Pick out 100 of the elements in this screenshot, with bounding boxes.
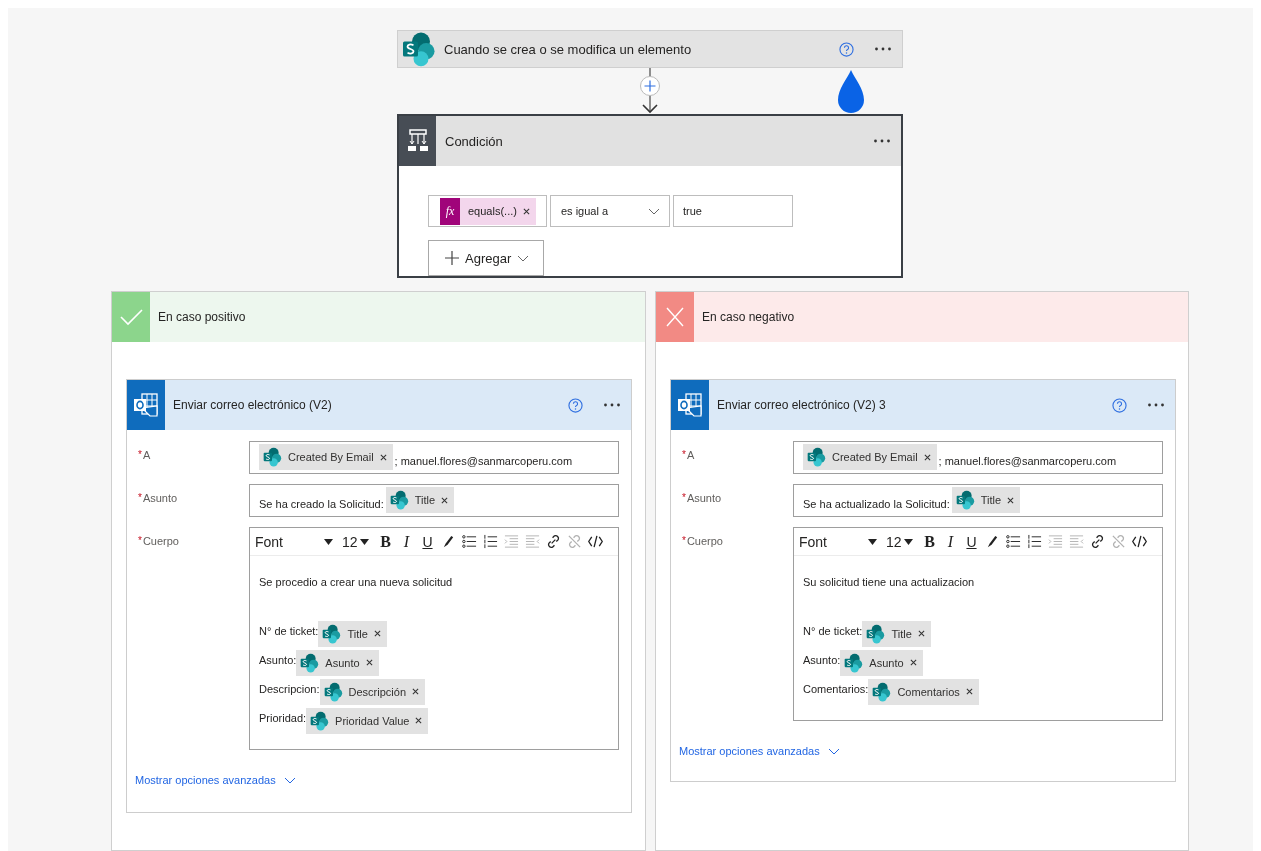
remove-icon[interactable] [522, 207, 530, 215]
sharepoint-icon [400, 31, 436, 67]
code-icon[interactable] [1132, 534, 1147, 549]
dropdown-value: es igual a [561, 205, 609, 217]
link-icon[interactable] [1090, 534, 1105, 549]
bullet-list-icon[interactable] [1006, 534, 1021, 549]
field-label: Cuerpo [142, 535, 179, 549]
branch-header[interactable]: En caso negativo [656, 292, 1188, 342]
trigger-card[interactable]: Cuando se crea o se modifica un elemento [397, 30, 903, 68]
sharepoint-icon [262, 446, 282, 468]
card-title: Enviar correo electrónico (V2) 3 [717, 398, 887, 412]
sharepoint-icon [321, 622, 342, 645]
field-text: Se ha actualizado la Solicitud: [803, 498, 950, 512]
remove-icon[interactable] [923, 453, 931, 461]
chevron-down-icon [283, 776, 296, 784]
rich-text-editor[interactable]: Font 12 B I U Se procedio a crear una nueva solicitud N° de ticket: Title Asunto: Asunto Descripcion: Descripción Prioridad: Prioridad Value [249, 527, 619, 750]
required-mark: * [682, 449, 686, 462]
dynamic-token[interactable]: Title [862, 620, 931, 647]
field-label: Asunto [142, 492, 178, 506]
required-mark: * [138, 535, 142, 548]
required-mark: * [682, 492, 686, 505]
pen-icon[interactable] [985, 534, 1000, 549]
dynamic-token[interactable]: Asunto [296, 649, 379, 676]
input-field[interactable]: Created By Email ; manuel.flores@sanmarcoperu.com [793, 441, 1163, 474]
required-mark: * [682, 535, 686, 548]
link-icon[interactable] [546, 534, 561, 549]
remove-icon[interactable] [379, 453, 387, 461]
rich-text-editor[interactable]: Font 12 B I U Su solicitud tiene una actualizacion N° de ticket: Title Asunto: Asunto Comentarios: Comentarios [793, 527, 1163, 721]
sharepoint-icon [871, 680, 892, 703]
operator-dropdown[interactable]: es igual a [550, 195, 670, 227]
dynamic-token[interactable]: Asunto [840, 649, 923, 676]
sharepoint-icon [865, 622, 886, 645]
more-icon[interactable] [603, 402, 621, 408]
card-header[interactable]: Enviar correo electrónico (V2) 3 [671, 380, 1175, 430]
expression-token[interactable]: fx equals(...) [440, 197, 536, 225]
remove-icon[interactable] [441, 496, 449, 504]
numbered-list-icon[interactable] [483, 534, 498, 549]
remove-icon[interactable] [415, 717, 423, 724]
sharepoint-icon [388, 489, 409, 511]
dropdown-arrow-icon [903, 538, 913, 545]
dynamic-token[interactable]: Title [385, 487, 455, 513]
dropdown-arrow-icon [868, 538, 877, 545]
chevron-down-icon [517, 254, 530, 262]
function-icon: fx [440, 197, 460, 225]
pen-icon[interactable] [441, 534, 456, 549]
dropdown-arrow-icon [359, 538, 369, 545]
help-icon[interactable] [839, 41, 854, 57]
sharepoint-icon [954, 489, 975, 511]
branch-header[interactable]: En caso positivo [112, 292, 645, 342]
sharepoint-icon [299, 651, 320, 674]
remove-icon[interactable] [965, 688, 973, 695]
code-icon[interactable] [588, 534, 603, 549]
card-title: Condición [445, 133, 504, 149]
dynamic-token[interactable]: Title [318, 620, 387, 647]
remove-icon[interactable] [1007, 496, 1015, 504]
operand-field[interactable]: fx equals(...) [428, 195, 547, 227]
body-text: Asunto: [803, 654, 841, 666]
required-mark: * [138, 449, 142, 462]
more-icon[interactable] [874, 46, 892, 52]
input-field[interactable]: Se ha actualizado la Solicitud: Title [793, 484, 1163, 517]
help-icon[interactable] [1112, 397, 1127, 413]
advanced-options-link[interactable]: Mostrar opciones avanzadas [135, 774, 296, 786]
chevron-down-icon [827, 747, 840, 755]
field-label: Asunto [686, 492, 722, 506]
help-icon[interactable] [568, 397, 583, 413]
add-button[interactable]: Agregar [428, 240, 544, 276]
field-text: ; manuel.flores@sanmarcoperu.com [938, 455, 1117, 469]
field-label: A [142, 449, 151, 463]
remove-icon[interactable] [373, 630, 381, 637]
field-text: Se ha creado la Solicitud: [259, 498, 384, 512]
dynamic-token[interactable]: Comentarios [868, 678, 979, 705]
sharepoint-icon [322, 680, 343, 703]
remove-icon[interactable] [365, 659, 373, 666]
card-header[interactable]: Enviar correo electrónico (V2) [127, 380, 631, 430]
dynamic-token[interactable]: Prioridad Value [306, 707, 429, 734]
required-mark: * [138, 492, 142, 505]
input-field[interactable]: Se ha creado la Solicitud: Title [249, 484, 619, 517]
droplet-icon [837, 70, 865, 114]
body-text: N° de ticket: [259, 625, 319, 637]
numbered-list-icon[interactable] [1027, 534, 1042, 549]
more-icon[interactable] [1147, 402, 1165, 408]
bullet-list-icon[interactable] [462, 534, 477, 549]
dynamic-token[interactable]: Descripción [319, 678, 425, 705]
branch-title: En caso negativo [702, 310, 795, 324]
card-title: Enviar correo electrónico (V2) [173, 398, 333, 412]
plus-icon [445, 251, 459, 265]
value-field[interactable]: true [673, 195, 793, 227]
input-field[interactable]: Created By Email ; manuel.flores@sanmarcoperu.com [249, 441, 619, 474]
dynamic-token[interactable]: Created By Email [803, 444, 937, 470]
dynamic-token[interactable]: Title [951, 487, 1021, 513]
remove-icon[interactable] [412, 688, 419, 695]
remove-icon[interactable] [909, 659, 917, 666]
advanced-options-link[interactable]: Mostrar opciones avanzadas [679, 745, 840, 757]
more-icon[interactable] [873, 138, 891, 144]
body-text: Asunto: [259, 654, 297, 666]
outlook-icon [133, 391, 159, 419]
branch-title: En caso positivo [158, 310, 246, 324]
dynamic-token[interactable]: Created By Email [259, 444, 393, 470]
sharepoint-icon [843, 651, 864, 674]
remove-icon[interactable] [917, 630, 925, 637]
